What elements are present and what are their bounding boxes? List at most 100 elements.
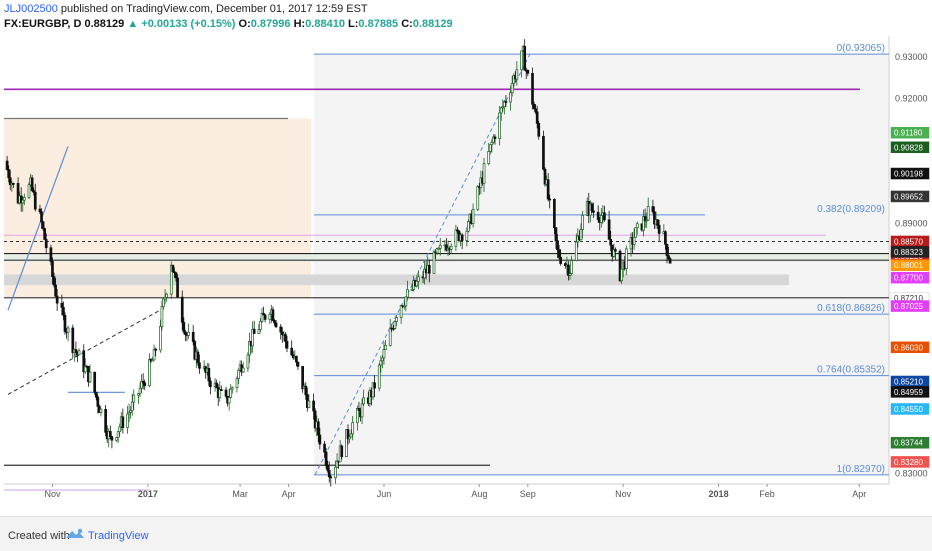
candle-body <box>509 92 512 103</box>
candle-body <box>130 401 134 412</box>
candle-body <box>295 356 298 363</box>
candle-body <box>180 296 184 323</box>
candle-body <box>132 394 136 403</box>
candle-body <box>7 169 11 179</box>
candle-body <box>44 239 48 249</box>
candle-body <box>279 326 283 333</box>
candle-body <box>5 160 9 170</box>
candle-body <box>542 135 545 170</box>
tradingview-brand-link[interactable]: TradingView <box>88 530 149 542</box>
candle-body <box>259 321 262 330</box>
candle-body <box>614 249 617 252</box>
zone-left <box>4 118 311 298</box>
candle-body <box>404 296 408 307</box>
y-tick-label-1: 0.92000 <box>895 94 928 104</box>
tradingview-logo-icon <box>66 528 84 538</box>
candle-body <box>27 184 31 198</box>
support-zone-grey <box>4 274 789 286</box>
symbol-label[interactable]: FX:EURGBP, D <box>4 18 81 30</box>
price-tag-text-0: 0.91180 <box>894 129 923 138</box>
x-tick-label-9: Feb <box>759 489 775 499</box>
candle-body <box>471 208 475 224</box>
candle-body <box>54 284 57 297</box>
publish-line: JLJ002500 published on TradingView.com, … <box>4 3 368 15</box>
candle-body <box>574 241 578 261</box>
candle-body <box>388 327 392 346</box>
x-tick-label-7: Nov <box>615 489 632 499</box>
candle-body <box>351 422 355 435</box>
candle-body <box>162 298 165 307</box>
candle-body <box>268 313 272 320</box>
candle-body <box>609 239 613 246</box>
fib-label-1: 0.382(0.89209) <box>817 204 885 215</box>
candle-body <box>49 247 53 262</box>
candle-body <box>176 277 179 298</box>
candle-body <box>488 144 492 152</box>
candle-body <box>273 320 276 324</box>
candle-body <box>230 387 234 390</box>
candle-body <box>667 255 670 260</box>
y-tick-label-5: 0.83000 <box>895 469 928 479</box>
candle-body <box>620 268 623 282</box>
candle-body <box>493 136 497 140</box>
candle-body <box>110 436 114 441</box>
candle-body <box>284 334 287 342</box>
candle-body <box>66 327 70 333</box>
candle-body <box>646 206 650 221</box>
candle-body <box>43 228 47 240</box>
candle-body <box>546 179 550 200</box>
fib-label-2: 0.618(0.86826) <box>817 303 885 314</box>
candle-body <box>553 199 556 229</box>
candle-body <box>209 380 212 388</box>
x-tick-label-1: 2017 <box>138 489 158 499</box>
candle-body <box>570 260 573 274</box>
up-arrow-icon: ▲ <box>127 18 139 30</box>
candle-body <box>327 470 331 478</box>
candle-body <box>482 163 486 184</box>
candle-body <box>246 354 250 369</box>
candle-body <box>21 199 25 204</box>
symbol-line: FX:EURGBP, D 0.88129 ▲ +0.00133 (+0.15%)… <box>4 18 453 30</box>
close-label: C: <box>401 18 413 30</box>
candle-body <box>40 211 43 223</box>
candle-body <box>632 236 636 245</box>
candle-body <box>60 302 64 308</box>
candle-body <box>476 186 480 210</box>
candle-body <box>406 289 409 298</box>
candle-body <box>438 244 442 249</box>
price-chart[interactable]: 0(0.93065) 0.382(0.89209) 0.618(0.86826) 0.… <box>0 36 932 516</box>
candle-body <box>184 331 187 335</box>
candle-body <box>290 347 294 356</box>
candle-body <box>554 227 558 242</box>
candle-body <box>427 265 431 274</box>
candle-body <box>99 408 103 413</box>
candle-body <box>152 348 156 361</box>
candle-body <box>532 103 536 110</box>
candle-body <box>417 276 420 282</box>
candle-body <box>224 389 228 397</box>
candle-body <box>324 451 328 466</box>
open-label: O: <box>238 18 251 30</box>
candle-body <box>30 177 34 191</box>
candle-body <box>596 211 600 220</box>
candle-body <box>318 434 322 445</box>
candle-body <box>219 389 223 391</box>
candle-body <box>229 388 233 398</box>
candle-body <box>581 215 584 230</box>
candle-body <box>237 369 240 379</box>
candle-body <box>498 112 502 140</box>
candle-body <box>379 360 383 366</box>
price-tag-text-2: 0.90198 <box>894 170 923 179</box>
candle-body <box>93 371 97 393</box>
fib-label-0: 0(0.93065) <box>837 43 885 54</box>
author-link[interactable]: JLJ002500 <box>4 3 58 15</box>
candle-body <box>207 368 211 382</box>
candle-body <box>182 322 186 333</box>
x-tick-label-8: 2018 <box>709 489 729 499</box>
price-tag-text-15: 0.83744 <box>894 439 923 448</box>
candle-body <box>235 378 239 389</box>
candle-body <box>449 245 453 250</box>
candle-body <box>465 230 469 241</box>
price-tag-text-16: 0.83280 <box>894 458 923 467</box>
candle-body <box>227 397 231 404</box>
